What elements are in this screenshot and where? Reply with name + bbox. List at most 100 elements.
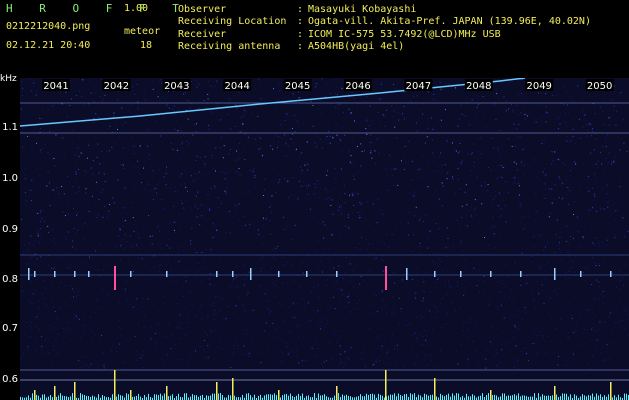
noise-speck bbox=[115, 246, 117, 248]
noise-speck bbox=[349, 161, 351, 163]
noise-speck bbox=[151, 103, 153, 105]
noise-speck bbox=[344, 193, 346, 195]
noise-speck bbox=[159, 247, 161, 249]
noise-speck bbox=[282, 257, 284, 259]
noise-speck bbox=[253, 207, 255, 209]
noise-speck bbox=[602, 360, 603, 362]
noise-speck bbox=[370, 152, 372, 154]
noise-speck bbox=[338, 308, 340, 310]
noise-speck bbox=[317, 309, 319, 311]
noise-speck bbox=[124, 233, 126, 235]
noise-speck bbox=[524, 113, 526, 115]
noise-speck bbox=[599, 106, 601, 108]
noise-speck bbox=[179, 338, 181, 339]
meteor-echo bbox=[74, 271, 76, 277]
noise-speck bbox=[304, 162, 306, 164]
noise-speck bbox=[337, 107, 339, 109]
noise-speck bbox=[190, 175, 192, 177]
noise-speck bbox=[339, 345, 341, 347]
noise-speck bbox=[185, 200, 187, 202]
noise-speck bbox=[77, 317, 78, 319]
noise-speck bbox=[611, 99, 613, 101]
noise-speck bbox=[282, 216, 284, 218]
noise-speck bbox=[591, 135, 592, 137]
noise-speck bbox=[528, 209, 530, 211]
noise-speck bbox=[416, 317, 418, 319]
noise-speck bbox=[144, 263, 146, 265]
noise-speck bbox=[175, 281, 177, 283]
noise-speck bbox=[576, 216, 578, 218]
noise-speck bbox=[395, 345, 397, 346]
noise-speck bbox=[519, 185, 520, 187]
noise-speck bbox=[198, 107, 200, 109]
noise-speck bbox=[52, 240, 54, 242]
noise-speck bbox=[619, 278, 621, 280]
noise-speck bbox=[86, 193, 88, 195]
noise-speck bbox=[350, 155, 352, 157]
noise-speck bbox=[487, 245, 489, 247]
amplitude-sample bbox=[420, 395, 421, 400]
amplitude-sample bbox=[374, 394, 375, 400]
noise-speck bbox=[618, 200, 620, 202]
noise-speck bbox=[319, 100, 321, 102]
noise-speck bbox=[174, 348, 176, 350]
amplitude-spike bbox=[166, 386, 168, 400]
noise-speck bbox=[180, 136, 182, 138]
noise-speck bbox=[595, 163, 597, 165]
noise-speck bbox=[285, 143, 287, 145]
noise-speck bbox=[377, 335, 378, 337]
noise-speck bbox=[193, 249, 195, 251]
noise-speck bbox=[254, 128, 256, 130]
noise-speck bbox=[228, 109, 229, 111]
noise-speck bbox=[25, 321, 27, 323]
noise-speck bbox=[102, 351, 104, 353]
noise-speck bbox=[123, 207, 124, 209]
noise-speck bbox=[495, 349, 497, 351]
noise-speck bbox=[325, 188, 327, 190]
noise-speck bbox=[499, 154, 501, 155]
noise-speck bbox=[393, 311, 395, 313]
noise-speck bbox=[248, 193, 250, 195]
noise-speck bbox=[138, 237, 140, 239]
noise-speck bbox=[260, 268, 262, 270]
noise-speck bbox=[366, 134, 368, 135]
noise-speck bbox=[243, 309, 245, 311]
noise-speck bbox=[388, 96, 390, 98]
noise-speck bbox=[342, 150, 343, 152]
noise-speck bbox=[441, 165, 443, 167]
noise-speck bbox=[44, 203, 46, 205]
noise-speck bbox=[69, 330, 71, 332]
noise-speck bbox=[78, 290, 80, 292]
noise-speck bbox=[366, 249, 368, 251]
meteor-echo bbox=[610, 271, 612, 277]
noise-speck bbox=[441, 327, 443, 329]
noise-speck bbox=[615, 202, 617, 204]
noise-speck bbox=[440, 261, 442, 263]
noise-speck bbox=[602, 290, 604, 292]
noise-speck bbox=[595, 330, 596, 332]
noise-speck bbox=[76, 287, 78, 289]
noise-speck bbox=[241, 278, 243, 280]
noise-speck bbox=[340, 213, 342, 215]
noise-speck bbox=[523, 174, 525, 176]
noise-speck bbox=[421, 184, 423, 186]
noise-speck bbox=[586, 129, 588, 131]
noise-speck bbox=[619, 320, 621, 322]
noise-speck bbox=[341, 294, 343, 295]
noise-speck bbox=[150, 327, 152, 329]
noise-speck bbox=[34, 289, 36, 291]
noise-speck bbox=[384, 125, 386, 127]
noise-speck bbox=[357, 315, 359, 317]
noise-speck bbox=[497, 281, 499, 283]
noise-speck bbox=[461, 96, 462, 98]
noise-speck bbox=[30, 336, 32, 338]
noise-speck bbox=[156, 215, 158, 217]
noise-speck bbox=[340, 353, 342, 355]
noise-speck bbox=[477, 176, 478, 178]
noise-speck bbox=[41, 293, 43, 295]
noise-speck bbox=[112, 154, 114, 156]
noise-speck bbox=[605, 137, 607, 139]
noise-speck bbox=[534, 158, 536, 159]
noise-speck bbox=[463, 225, 465, 227]
noise-speck bbox=[26, 200, 28, 202]
